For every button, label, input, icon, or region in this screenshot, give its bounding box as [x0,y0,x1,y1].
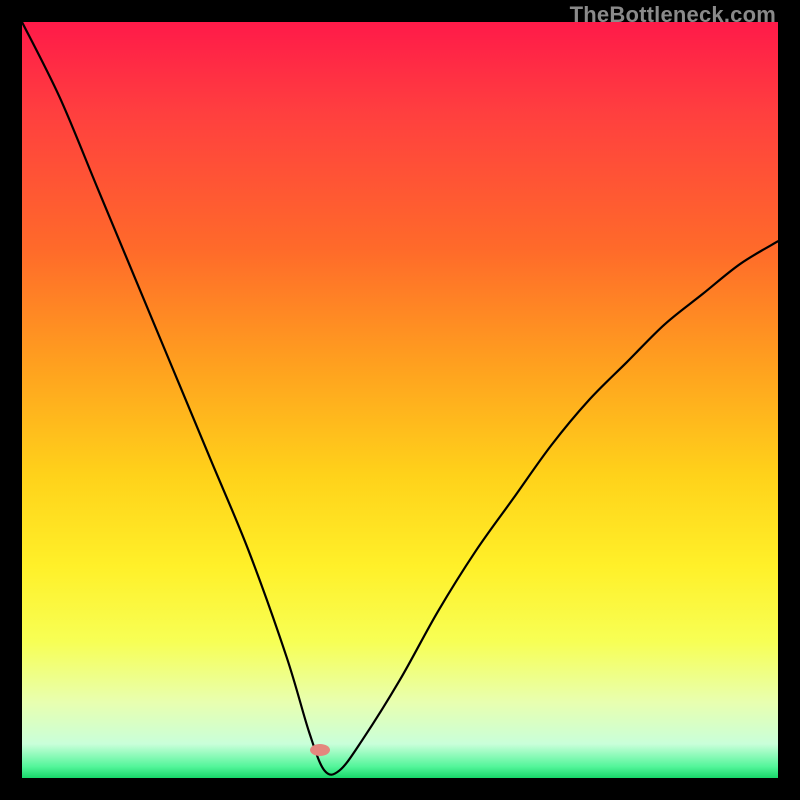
optimum-marker [310,744,330,756]
chart-svg [22,22,778,778]
plot-area [22,22,778,778]
watermark-text: TheBottleneck.com [570,2,776,28]
chart-frame: TheBottleneck.com [0,0,800,800]
